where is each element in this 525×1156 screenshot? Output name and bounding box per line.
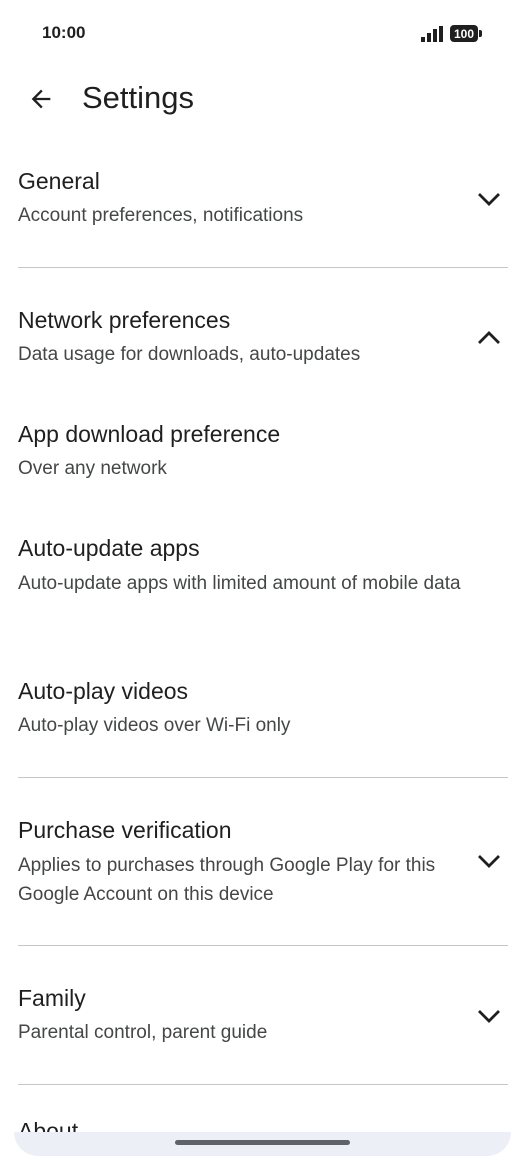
section-title: General [18,168,100,194]
signal-icon [421,26,443,42]
setting-auto-play-videos[interactable]: Auto-play videos Auto-play videos over W… [0,678,525,748]
setting-title: App download preference [18,421,281,447]
section-general[interactable]: General Account preferences, notificatio… [0,168,525,238]
divider [18,1084,508,1085]
chevron-down-icon [478,855,500,868]
section-subtitle: Parental control, parent guide [18,1022,268,1043]
setting-title: Auto-play videos [18,678,189,704]
section-network-preferences[interactable]: Network preferences Data usage for downl… [0,307,525,377]
section-family[interactable]: Family Parental control, parent guide [0,985,525,1055]
setting-app-download-preference[interactable]: App download preference Over any network [0,421,525,491]
back-button[interactable] [18,76,64,122]
setting-value: Over any network [18,458,167,479]
chevron-up-icon [478,331,500,344]
page-title: Settings [82,80,195,115]
divider [18,777,508,778]
setting-value: Auto-play videos over Wi-Fi only [18,715,291,736]
battery-icon: 100 [450,25,482,43]
battery-level: 100 [450,25,478,42]
setting-auto-update-apps[interactable]: Auto-update apps Auto-update apps with l… [0,535,525,630]
setting-title: Auto-update apps [18,535,200,561]
chevron-down-icon [478,193,500,206]
arrow-back-icon [31,89,51,109]
setting-value: Auto-update apps with limited amount of … [18,573,461,594]
section-subtitle: Data usage for downloads, auto-updates [18,344,361,365]
home-gesture-pill[interactable] [175,1140,350,1145]
section-title: Family [18,985,86,1011]
divider [18,945,508,946]
section-subtitle: Applies to purchases through Google Play… [18,855,436,905]
chevron-down-icon [478,1010,500,1023]
section-subtitle: Account preferences, notifications [18,205,304,226]
section-title: Network preferences [18,307,231,333]
status-time: 10:00 [42,23,86,42]
section-purchase-verification[interactable]: Purchase verification Applies to purchas… [0,817,525,917]
status-bar: 10:00 100 [0,0,525,66]
divider [18,267,508,268]
section-title: Purchase verification [18,817,232,843]
app-bar: Settings [0,66,525,136]
